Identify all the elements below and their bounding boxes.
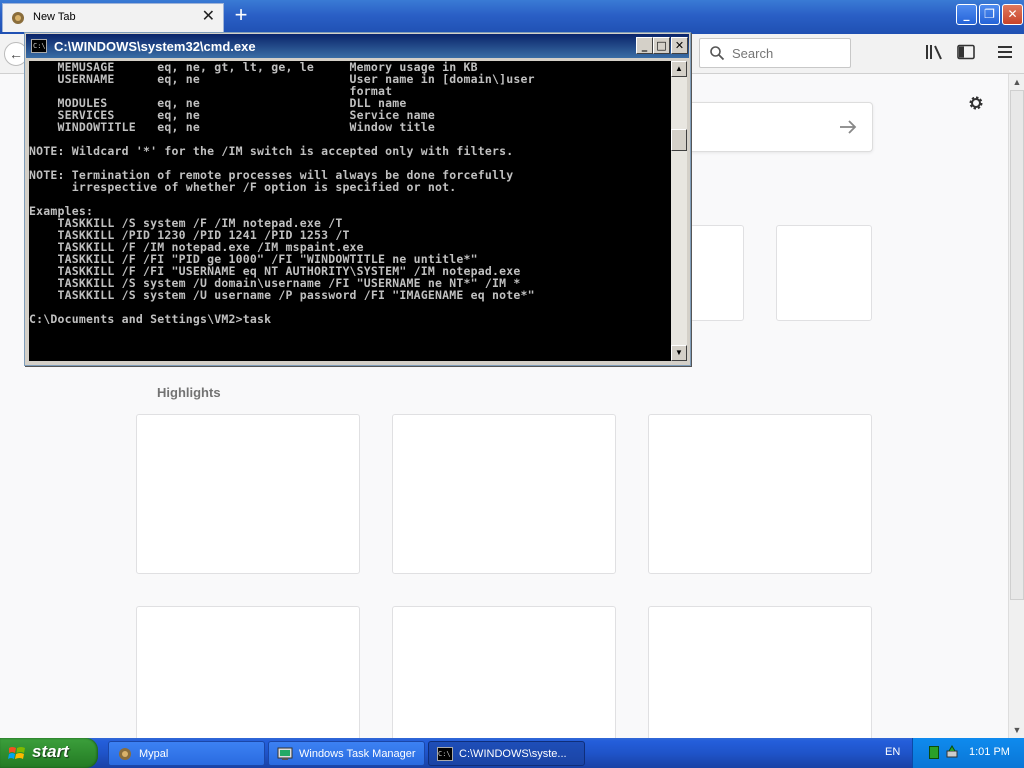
search-box[interactable] (699, 38, 851, 68)
highlight-card[interactable] (648, 606, 872, 746)
browser-titlebar: New Tab ✕ + _ ❐ ✕ (0, 0, 1024, 34)
cmd-scrollbar[interactable]: ▲ ▼ (671, 61, 687, 361)
scroll-down-icon[interactable]: ▼ (671, 345, 687, 361)
arrow-right-icon[interactable] (838, 118, 858, 136)
cmd-window: C:\ C:\WINDOWS\system32\cmd.exe _ □ ✕ ME… (24, 32, 691, 366)
system-tray: 1:01 PM (912, 738, 1024, 768)
language-indicator[interactable]: EN (885, 746, 900, 758)
cmd-maximize-button[interactable]: □ (653, 37, 670, 54)
tray-app-icon[interactable] (929, 746, 939, 759)
cmd-icon: C:\ (437, 747, 453, 761)
taskbar-item-label: C:\WINDOWS\syste... (459, 748, 567, 760)
console-output: MEMUSAGE eq, ne, gt, lt, ge, le Memory u… (29, 61, 535, 326)
page-search-box[interactable] (690, 102, 873, 152)
highlight-card[interactable] (136, 414, 360, 574)
highlights-heading: Highlights (157, 385, 221, 400)
library-icon[interactable] (925, 44, 943, 60)
highlight-card[interactable] (648, 414, 872, 574)
cmd-titlebar[interactable]: C:\ C:\WINDOWS\system32\cmd.exe _ □ ✕ (26, 34, 689, 58)
tab-label: New Tab (33, 11, 76, 23)
task-manager-icon (277, 747, 293, 760)
windows-logo-icon (8, 747, 25, 759)
taskbar-item-mypal[interactable]: Mypal (108, 741, 265, 766)
gear-icon[interactable] (966, 93, 986, 113)
cmd-window-title: C:\WINDOWS\system32\cmd.exe (54, 39, 256, 54)
top-site-tile[interactable] (776, 225, 872, 321)
top-site-tile[interactable] (690, 225, 744, 321)
search-input[interactable] (732, 45, 842, 61)
scroll-up-icon[interactable]: ▲ (671, 61, 687, 77)
taskbar-item-cmd[interactable]: C:\ C:\WINDOWS\syste... (428, 741, 585, 766)
highlight-card[interactable] (392, 606, 616, 746)
scrollbar-thumb[interactable] (671, 129, 687, 151)
page-scrollbar[interactable]: ▲ ▼ (1008, 74, 1024, 738)
clock: 1:01 PM (969, 746, 1010, 758)
tab-close-icon[interactable]: ✕ (202, 8, 215, 26)
highlight-card[interactable] (136, 606, 360, 746)
safely-remove-hardware-icon[interactable] (945, 745, 959, 759)
cmd-console[interactable]: MEMUSAGE eq, ne, gt, lt, ge, le Memory u… (29, 61, 671, 361)
highlight-card[interactable] (392, 414, 616, 574)
mypal-icon (119, 748, 131, 760)
browser-minimize-button[interactable]: _ (956, 4, 977, 25)
cmd-minimize-button[interactable]: _ (636, 37, 653, 54)
browser-maximize-button[interactable]: ❐ (979, 4, 1000, 25)
start-label: start (32, 742, 69, 761)
new-tab-button[interactable]: + (230, 3, 252, 29)
menu-icon[interactable] (997, 44, 1013, 60)
scroll-up-icon[interactable]: ▲ (1009, 74, 1024, 90)
taskbar-item-task-manager[interactable]: Windows Task Manager (268, 741, 425, 766)
taskbar-item-label: Windows Task Manager (299, 748, 416, 760)
search-icon (710, 46, 725, 61)
cmd-icon: C:\ (31, 39, 47, 53)
scroll-down-icon[interactable]: ▼ (1009, 722, 1024, 738)
taskbar-item-label: Mypal (139, 748, 169, 760)
taskbar: start Mypal Windows Task Manager C:\ C:\… (0, 738, 1024, 768)
mypal-icon (12, 12, 24, 24)
browser-close-button[interactable]: ✕ (1002, 4, 1023, 25)
cmd-close-button[interactable]: ✕ (671, 37, 688, 54)
sidebar-icon[interactable] (957, 44, 975, 60)
start-button[interactable]: start (0, 738, 98, 768)
scrollbar-thumb[interactable] (1010, 90, 1024, 600)
tab-new-tab[interactable]: New Tab ✕ (2, 3, 224, 32)
